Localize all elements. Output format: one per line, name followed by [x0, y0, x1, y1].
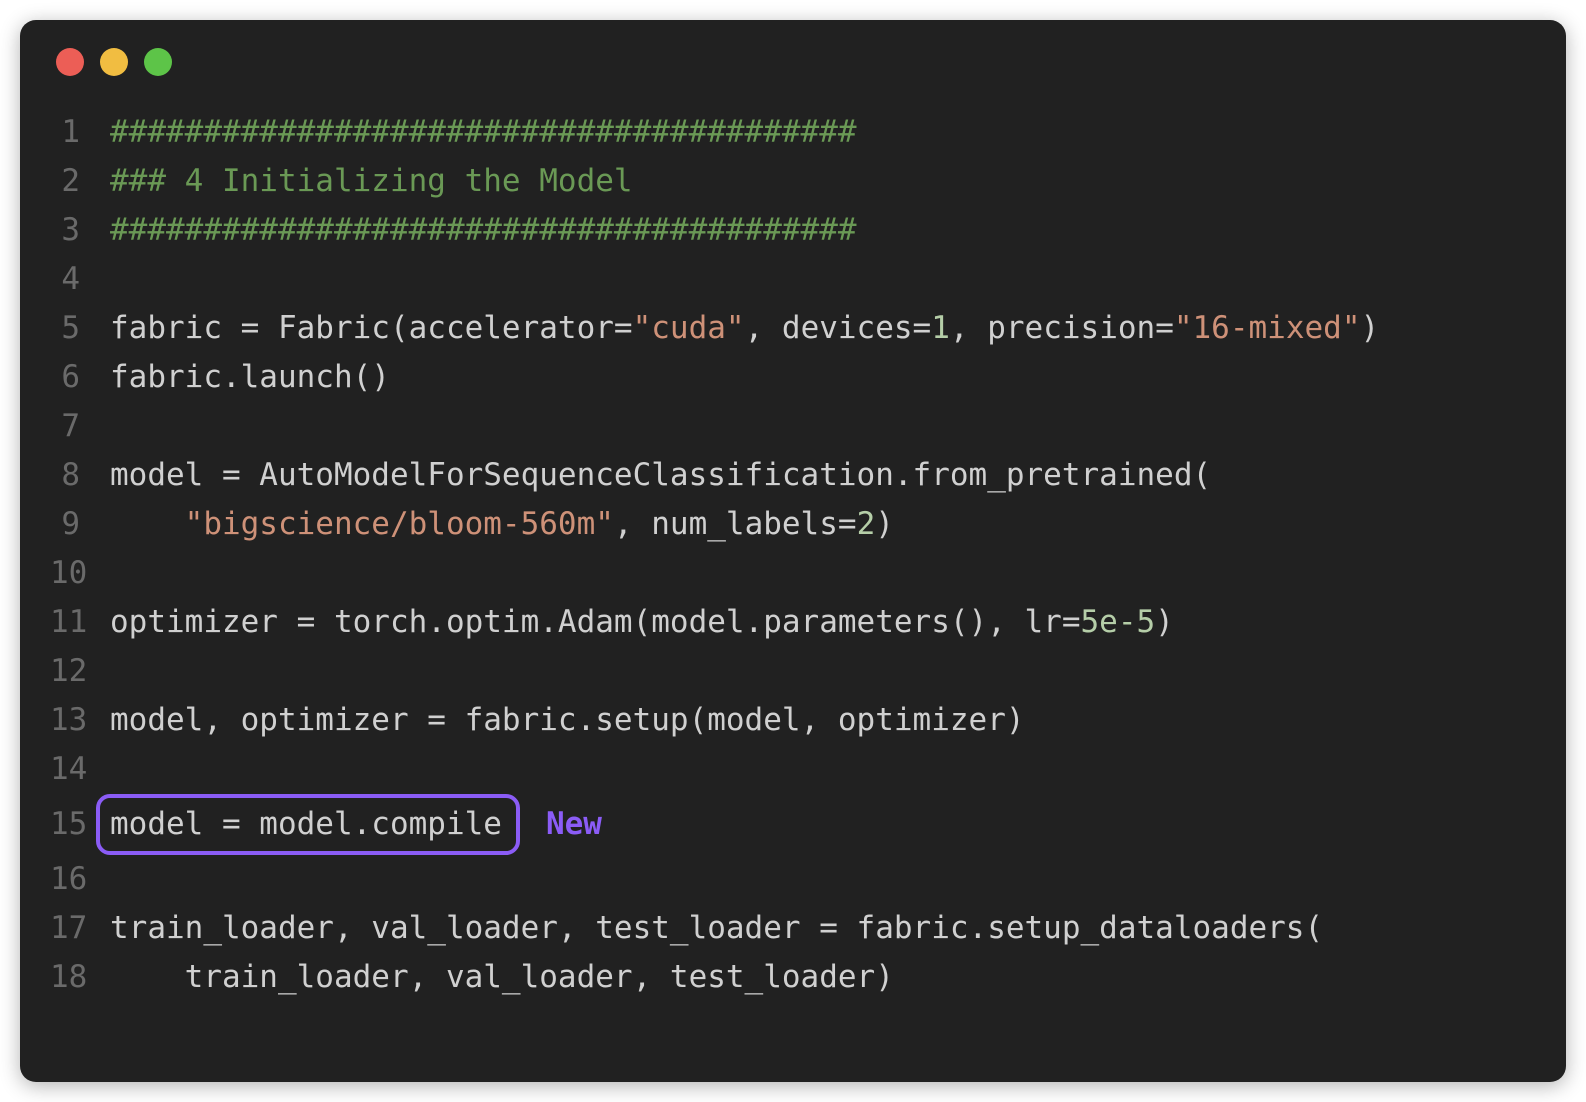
line-number: 5 — [50, 304, 110, 353]
token: fabric = Fabric(accelerator= — [110, 304, 633, 353]
code-line: 16 — [50, 855, 1536, 904]
code-line: 18 train_loader, val_loader, test_loader… — [50, 953, 1536, 1002]
line-number: 10 — [50, 549, 110, 598]
code-line: 14 — [50, 745, 1536, 794]
line-number: 11 — [50, 598, 110, 647]
code-window: 1#######################################… — [20, 20, 1566, 1082]
line-number: 8 — [50, 451, 110, 500]
token: model, optimizer = fabric.setup(model, o… — [110, 696, 1025, 745]
code-content: "bigscience/bloom-560m", num_labels=2) — [110, 500, 894, 549]
code-content: fabric.launch() — [110, 353, 390, 402]
token: ######################################## — [110, 206, 857, 255]
line-number: 14 — [50, 745, 110, 794]
code-line: 13model, optimizer = fabric.setup(model,… — [50, 696, 1536, 745]
code-line: 8model = AutoModelForSequenceClassificat… — [50, 451, 1536, 500]
token: 5e-5 — [1081, 598, 1156, 647]
code-content: ######################################## — [110, 108, 857, 157]
line-number: 18 — [50, 953, 110, 1002]
maximize-icon[interactable] — [144, 48, 172, 76]
code-line: 10 — [50, 549, 1536, 598]
code-content: fabric = Fabric(accelerator="cuda", devi… — [110, 304, 1379, 353]
token: train_loader, val_loader, test_loader) — [110, 953, 894, 1002]
line-number: 1 — [50, 108, 110, 157]
code-line: 5fabric = Fabric(accelerator="cuda", dev… — [50, 304, 1536, 353]
code-content: ### 4 Initializing the Model — [110, 157, 633, 206]
token — [110, 500, 185, 549]
code-content: model, optimizer = fabric.setup(model, o… — [110, 696, 1025, 745]
code-content: train_loader, val_loader, test_loader) — [110, 953, 894, 1002]
token: 2 — [857, 500, 876, 549]
code-content: optimizer = torch.optim.Adam(model.param… — [110, 598, 1174, 647]
code-line: 2### 4 Initializing the Model — [50, 157, 1536, 206]
line-number: 16 — [50, 855, 110, 904]
token: , num_labels= — [614, 500, 857, 549]
window-titlebar — [20, 20, 1566, 88]
line-number: 2 — [50, 157, 110, 206]
code-content: ######################################## — [110, 206, 857, 255]
code-content: train_loader, val_loader, test_loader = … — [110, 904, 1323, 953]
token: "16-mixed" — [1174, 304, 1361, 353]
line-number: 12 — [50, 647, 110, 696]
line-number: 7 — [50, 402, 110, 451]
token: "bigscience/bloom-560m" — [185, 500, 614, 549]
code-line: 1#######################################… — [50, 108, 1536, 157]
token: ######################################## — [110, 108, 857, 157]
token: fabric.launch() — [110, 353, 390, 402]
minimize-icon[interactable] — [100, 48, 128, 76]
code-content: model = AutoModelForSequenceClassificati… — [110, 451, 1211, 500]
code-line: 4 — [50, 255, 1536, 304]
code-line: 17train_loader, val_loader, test_loader … — [50, 904, 1536, 953]
token: 1 — [931, 304, 950, 353]
line-number: 17 — [50, 904, 110, 953]
token: ) — [875, 500, 894, 549]
code-line: 15model = model.compileNew — [50, 794, 1536, 855]
code-editor[interactable]: 1#######################################… — [20, 88, 1566, 1032]
line-number: 6 — [50, 353, 110, 402]
token: train_loader, val_loader, test_loader = … — [110, 904, 1323, 953]
code-content: model = model.compile New — [110, 794, 602, 855]
code-line: 9 "bigscience/bloom-560m", num_labels=2) — [50, 500, 1536, 549]
line-number: 13 — [50, 696, 110, 745]
token: ) — [1361, 304, 1380, 353]
highlight-box: model = model.compile — [96, 794, 520, 855]
code-line: 11optimizer = torch.optim.Adam(model.par… — [50, 598, 1536, 647]
token: , devices= — [745, 304, 932, 353]
token: ) — [1155, 598, 1174, 647]
line-number: 9 — [50, 500, 110, 549]
token: optimizer = torch.optim.Adam(model.param… — [110, 598, 1081, 647]
code-line: 6fabric.launch() — [50, 353, 1536, 402]
code-line: 7 — [50, 402, 1536, 451]
token: "cuda" — [633, 304, 745, 353]
close-icon[interactable] — [56, 48, 84, 76]
code-line: 3#######################################… — [50, 206, 1536, 255]
token: , precision= — [950, 304, 1174, 353]
new-badge: New — [546, 800, 602, 849]
token: model = AutoModelForSequenceClassificati… — [110, 451, 1211, 500]
line-number: 4 — [50, 255, 110, 304]
token: model = model.compile — [110, 800, 502, 849]
token: ### 4 Initializing the Model — [110, 157, 633, 206]
line-number: 3 — [50, 206, 110, 255]
code-line: 12 — [50, 647, 1536, 696]
